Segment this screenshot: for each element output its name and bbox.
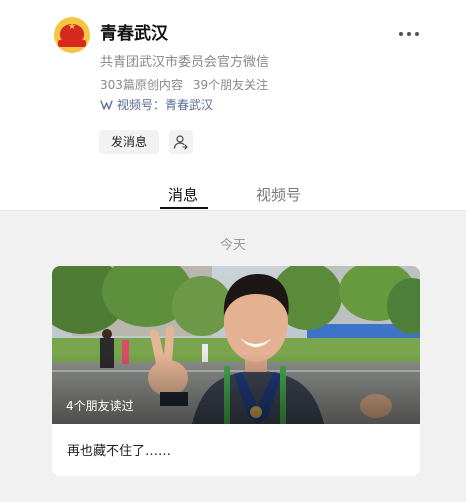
user-profile-button[interactable] — [169, 130, 193, 154]
channel-name: 青春武汉 — [165, 98, 214, 112]
article-card[interactable]: 4个朋友读过 再也藏不住了…… — [52, 266, 420, 476]
account-description: 共青团武汉市委员会官方微信 — [100, 55, 270, 70]
account-stats: 303篇原创内容 39个朋友关注 — [100, 76, 268, 94]
account-logo-icon[interactable]: ★ — [54, 17, 90, 53]
channel-link[interactable]: 视频号： 青春武汉 — [100, 96, 213, 114]
original-count: 303篇原创内容 — [100, 78, 183, 92]
tab-channels[interactable]: 视频号 — [256, 184, 301, 206]
tab-messages[interactable]: 消息 — [168, 184, 198, 206]
followers-count: 39个朋友关注 — [192, 78, 269, 92]
account-name: 青春武汉 — [100, 24, 168, 44]
active-tab-indicator — [160, 207, 208, 209]
more-options-icon[interactable] — [396, 24, 422, 44]
channels-icon — [100, 100, 113, 110]
message-feed: 今天 4个朋友读过 再也藏不住了…… — [0, 211, 466, 502]
date-label: 今天 — [219, 238, 246, 253]
read-by-friends-label: 4个朋友读过 — [66, 399, 134, 413]
send-message-button[interactable]: 发消息 — [99, 130, 159, 154]
channel-prefix: 视频号： — [117, 98, 166, 112]
article-title[interactable]: 再也藏不住了…… — [67, 443, 171, 461]
user-icon — [173, 135, 188, 150]
account-header: ★ 青春武汉 共青团武汉市委员会官方微信 303篇原创内容 39个朋友关注 视频号… — [0, 0, 466, 210]
